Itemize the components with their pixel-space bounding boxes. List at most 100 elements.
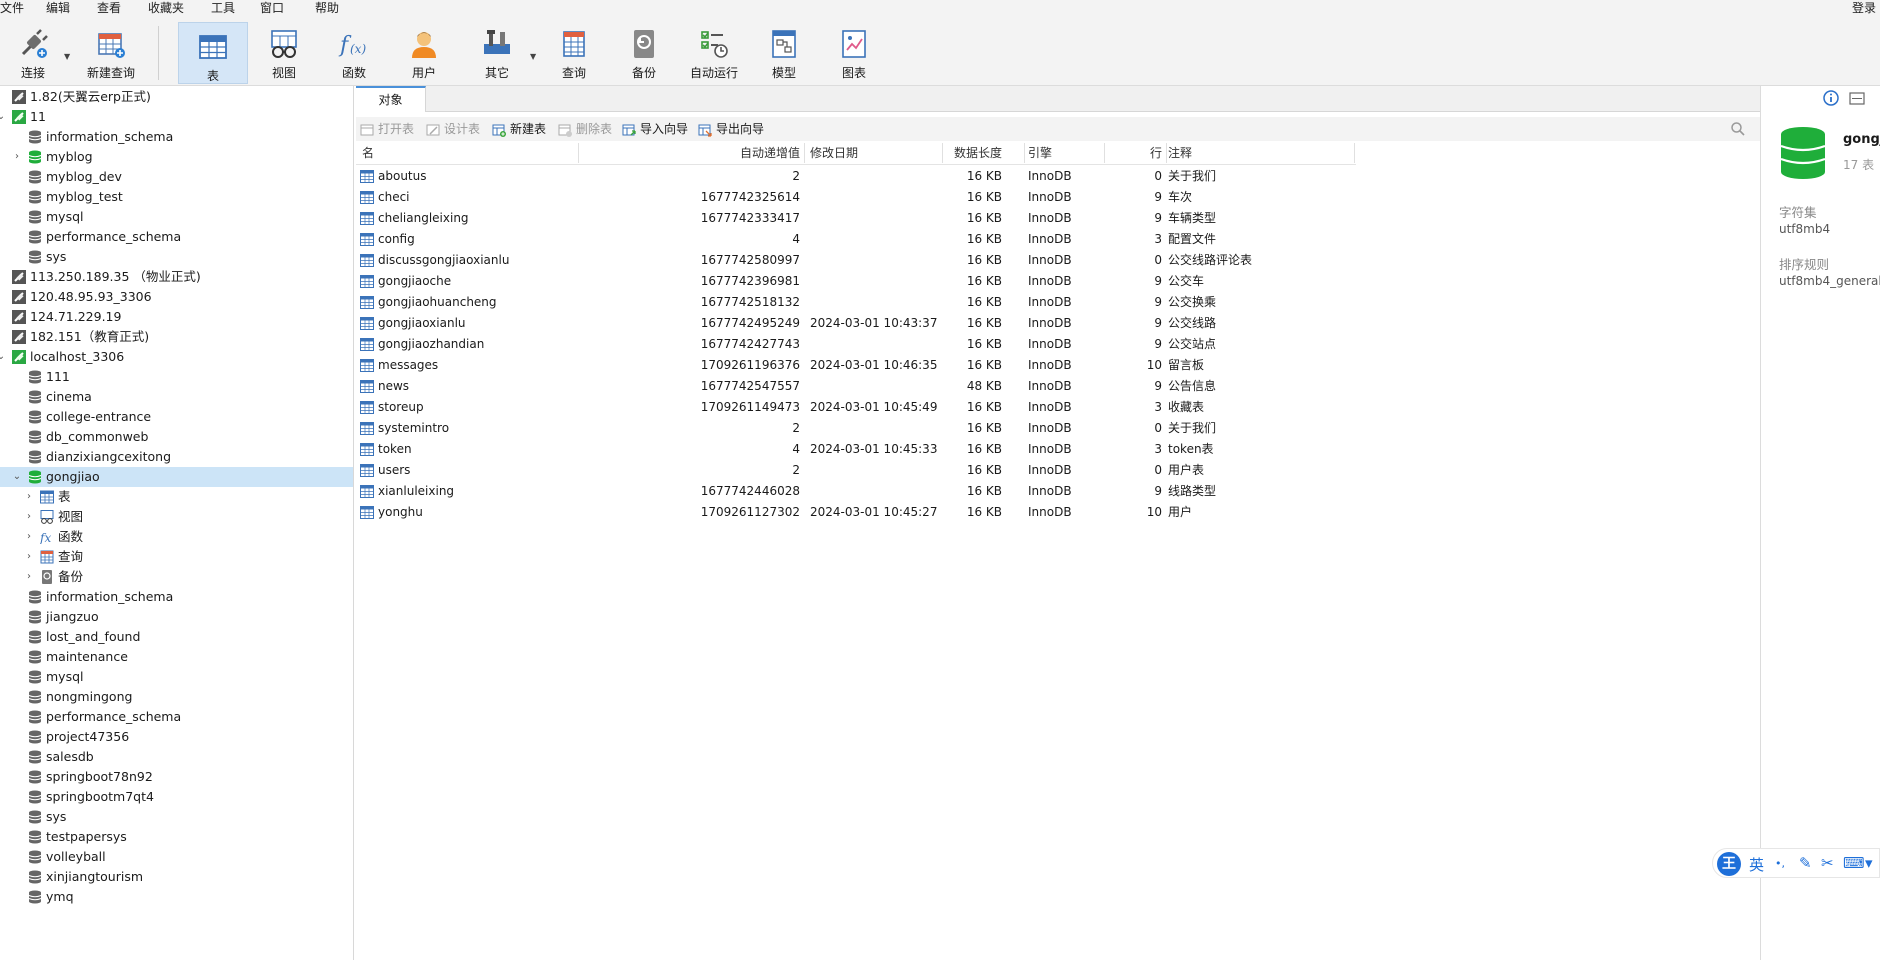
tree-item[interactable]: › myblog bbox=[0, 147, 353, 167]
tree-item[interactable]: salesdb bbox=[0, 747, 353, 767]
menu-edit[interactable]: 编辑 bbox=[46, 0, 70, 16]
column-header-auto-increment[interactable]: 自动递增值 bbox=[578, 141, 800, 165]
tree-item[interactable]: 182.151（教育正式) bbox=[0, 327, 353, 347]
chevron-right-icon[interactable]: › bbox=[12, 147, 22, 167]
table-button[interactable]: 表 bbox=[178, 22, 248, 84]
new-table-button[interactable]: 新建表 bbox=[492, 117, 546, 141]
table-row[interactable]: messages 1709261196376 2024-03-01 10:46:35… bbox=[356, 355, 1356, 376]
tree-item[interactable]: springbootm7qt4 bbox=[0, 787, 353, 807]
tree-item[interactable]: ymq bbox=[0, 887, 353, 907]
table-row[interactable]: config 4 16 KB InnoDB 3 配置文件 bbox=[356, 229, 1356, 250]
menu-help[interactable]: 帮助 bbox=[315, 0, 339, 16]
tree-item[interactable]: lost_and_found bbox=[0, 627, 353, 647]
table-row[interactable]: users 2 16 KB InnoDB 0 用户表 bbox=[356, 460, 1356, 481]
table-row[interactable]: discussgongjiaoxianlu 1677742580997 16 KB I… bbox=[356, 250, 1356, 271]
connect-button[interactable]: 连接 bbox=[6, 20, 60, 84]
column-header-engine[interactable]: 引擎 bbox=[1028, 141, 1052, 165]
backup-button[interactable]: 备份 bbox=[614, 20, 674, 84]
table-row[interactable]: checi 1677742325614 16 KB InnoDB 9 车次 bbox=[356, 187, 1356, 208]
chart-button[interactable]: 图表 bbox=[824, 20, 884, 84]
ime-language[interactable]: 英 bbox=[1749, 854, 1764, 875]
table-row[interactable]: news 1677742547557 48 KB InnoDB 9 公告信息 bbox=[356, 376, 1356, 397]
tree-item[interactable]: college-entrance bbox=[0, 407, 353, 427]
tree-item[interactable]: db_commonweb bbox=[0, 427, 353, 447]
pen-icon[interactable]: ✎ bbox=[1799, 854, 1812, 872]
table-row[interactable]: gongjiaoxianlu 1677742495249 2024-03-01 10… bbox=[356, 313, 1356, 334]
table-row[interactable]: gongjiaozhandian 1677742427743 16 KB InnoDB… bbox=[356, 334, 1356, 355]
tree-item[interactable]: 124.71.229.19 bbox=[0, 307, 353, 327]
tree-item[interactable]: 1.82(天翼云erp正式) bbox=[0, 87, 353, 107]
tree-item[interactable]: project47356 bbox=[0, 727, 353, 747]
table-row[interactable]: cheliangleixing 1677742333417 16 KB InnoDB 9… bbox=[356, 208, 1356, 229]
auto-run-button[interactable]: 自动运行 bbox=[682, 20, 746, 84]
other-dropdown-icon[interactable]: ▼ bbox=[530, 52, 536, 61]
other-button[interactable]: 其它 bbox=[466, 20, 528, 84]
tree-item[interactable]: jiangzuo bbox=[0, 607, 353, 627]
chevron-right-icon[interactable]: › bbox=[24, 487, 34, 507]
tree-item[interactable]: › 表 bbox=[0, 487, 353, 507]
tree-item[interactable]: xinjiangtourism bbox=[0, 867, 353, 887]
table-row[interactable]: gongjiaoche 1677742396981 16 KB InnoDB 9 公交车 bbox=[356, 271, 1356, 292]
table-row[interactable]: systemintro 2 16 KB InnoDB 0 关于我们 bbox=[356, 418, 1356, 439]
table-row[interactable]: yonghu 1709261127302 2024-03-01 10:45:27 16… bbox=[356, 502, 1356, 523]
tree-item[interactable]: springboot78n92 bbox=[0, 767, 353, 787]
tree-item[interactable]: sys bbox=[0, 807, 353, 827]
login-link[interactable]: 登录 bbox=[1852, 0, 1876, 16]
tree-item[interactable]: dianzixiangcexitong bbox=[0, 447, 353, 467]
chevron-down-icon[interactable]: ⌄ bbox=[0, 107, 6, 127]
ime-toolbar[interactable]: 王 英 •, ✎ ✂ ⌨ ▾ bbox=[1712, 848, 1880, 878]
tree-item[interactable]: myblog_dev bbox=[0, 167, 353, 187]
tree-item[interactable]: sys bbox=[0, 247, 353, 267]
tree-item[interactable]: 113.250.189.35 （物业正式) bbox=[0, 267, 353, 287]
search-icon[interactable] bbox=[1730, 121, 1746, 137]
tree-item[interactable]: volleyball bbox=[0, 847, 353, 867]
chevron-down-icon[interactable]: ⌄ bbox=[0, 347, 6, 367]
connect-dropdown-icon[interactable]: ▼ bbox=[64, 52, 70, 61]
chevron-right-icon[interactable]: › bbox=[24, 567, 34, 587]
table-row[interactable]: storeup 1709261149473 2024-03-01 10:45:49 1… bbox=[356, 397, 1356, 418]
tab-objects[interactable]: 对象 bbox=[356, 86, 426, 112]
chevron-right-icon[interactable]: › bbox=[24, 507, 34, 527]
design-table-button[interactable]: 设计表 bbox=[426, 117, 480, 141]
tree-item[interactable]: ⌄ localhost_3306 bbox=[0, 347, 353, 367]
open-table-button[interactable]: 打开表 bbox=[360, 117, 414, 141]
chevron-right-icon[interactable]: › bbox=[24, 527, 34, 547]
menu-window[interactable]: 窗口 bbox=[260, 0, 284, 16]
menu-file[interactable]: 文件 bbox=[0, 0, 24, 16]
tree-item[interactable]: ⌄ 11 bbox=[0, 107, 353, 127]
chevron-right-icon[interactable]: › bbox=[24, 547, 34, 567]
tree-item[interactable]: myblog_test bbox=[0, 187, 353, 207]
new-query-button[interactable]: 新建查询 bbox=[80, 20, 142, 84]
model-button[interactable]: 模型 bbox=[754, 20, 814, 84]
tree-item[interactable]: maintenance bbox=[0, 647, 353, 667]
ime-logo[interactable]: 王 bbox=[1717, 852, 1741, 876]
table-row[interactable]: xianluleixing 1677742446028 16 KB InnoDB 9 线路… bbox=[356, 481, 1356, 502]
tree-item[interactable]: performance_schema bbox=[0, 707, 353, 727]
tree-item[interactable]: › 视图 bbox=[0, 507, 353, 527]
tree-item[interactable]: › 查询 bbox=[0, 547, 353, 567]
info-icon[interactable] bbox=[1823, 90, 1839, 106]
table-row[interactable]: token 4 2024-03-01 10:45:33 16 KB InnoDB 3 tok… bbox=[356, 439, 1356, 460]
column-header-modified-date[interactable]: 修改日期 bbox=[810, 141, 858, 165]
column-header-rows[interactable]: 行 bbox=[1104, 141, 1162, 165]
tree-item[interactable]: mysql bbox=[0, 207, 353, 227]
ddl-icon[interactable] bbox=[1849, 92, 1865, 105]
table-row[interactable]: aboutus 2 16 KB InnoDB 0 关于我们 bbox=[356, 166, 1356, 187]
tree-item[interactable]: 120.48.95.93_3306 bbox=[0, 287, 353, 307]
keyboard-icon[interactable]: ⌨ bbox=[1843, 854, 1865, 872]
function-button[interactable]: f (x) 函数 bbox=[324, 20, 384, 84]
view-button[interactable]: 视图 bbox=[254, 20, 314, 84]
tree-item[interactable]: mysql bbox=[0, 667, 353, 687]
import-wizard-button[interactable]: 导入向导 bbox=[622, 117, 688, 141]
scissors-icon[interactable]: ✂ bbox=[1821, 854, 1834, 872]
column-header-data-length[interactable]: 数据长度 bbox=[942, 141, 1002, 165]
table-row[interactable]: gongjiaohuancheng 1677742518132 16 KB InnoD… bbox=[356, 292, 1356, 313]
query-button[interactable]: 查询 bbox=[544, 20, 604, 84]
connection-tree[interactable]: 1.82(天翼云erp正式) ⌄ 11 information_schema › mybl… bbox=[0, 86, 354, 960]
tree-item[interactable]: › 备份 bbox=[0, 567, 353, 587]
tree-item[interactable]: performance_schema bbox=[0, 227, 353, 247]
tree-item[interactable]: 111 bbox=[0, 367, 353, 387]
punctuation-icon[interactable]: •, bbox=[1775, 857, 1785, 870]
chevron-down-icon[interactable]: ⌄ bbox=[12, 467, 22, 487]
menu-tools[interactable]: 工具 bbox=[211, 0, 235, 16]
